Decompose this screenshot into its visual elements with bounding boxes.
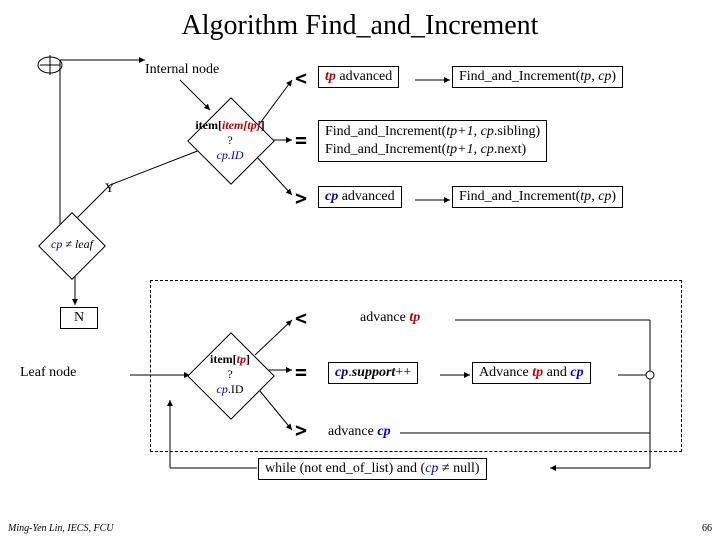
decision-cp-leaf-text: cp ≠ leaf: [38, 237, 106, 252]
box-support-inc: cp.support++: [328, 362, 418, 384]
op-eq-top: =: [295, 128, 307, 152]
box-cp-advanced: cp advanced: [318, 186, 402, 208]
leaf-node-label: Leaf node: [20, 365, 76, 381]
branch-y-label: Y: [105, 180, 114, 196]
box-call-tp-cp-2: Find_and_Increment(tp, cp): [452, 186, 623, 208]
box-call-tp-cp-1: Find_and_Increment(tp, cp): [452, 66, 623, 88]
branch-n-box: N: [60, 307, 98, 329]
box-advance-both: Advance tp and cp: [472, 362, 591, 384]
footer-text: Ming-Yen Lin, IECS, FCU: [8, 523, 113, 534]
internal-node-label: Internal node: [145, 62, 219, 78]
advance-tp-label: advance tp: [360, 310, 420, 326]
op-eq-bot: =: [295, 360, 307, 384]
op-lt-top: <: [295, 66, 307, 90]
op-gt-bot: >: [295, 418, 307, 442]
while-condition-box: while (not end_of_list) and (cp ≠ null): [258, 458, 487, 480]
op-lt-bot: <: [295, 306, 307, 330]
op-gt-top: >: [295, 186, 307, 210]
advance-cp-label: advance cp: [328, 424, 391, 440]
box-tp-advanced: tp advanced: [318, 66, 399, 88]
slide-number: 66: [702, 523, 712, 534]
decision-internal-text: item[item[tp]] ? cp.ID: [195, 118, 265, 163]
slide-title: Algorithm Find_and_Increment: [0, 0, 720, 42]
box-recurse-eq: Find_and_Increment(tp+1, cp.sibling) Fin…: [318, 120, 547, 162]
